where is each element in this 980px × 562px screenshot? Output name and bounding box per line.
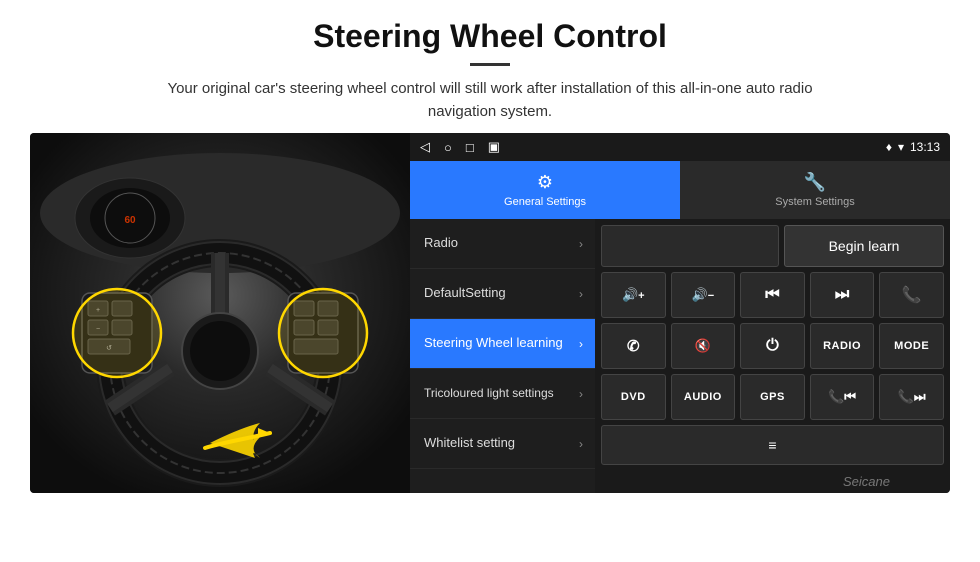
menu-item-default-setting[interactable]: DefaultSetting ›: [410, 269, 595, 319]
skip-next-icon: 📞⏭: [898, 389, 926, 405]
back-icon: ◁: [420, 139, 430, 155]
power-icon: ⏻: [766, 337, 779, 355]
begin-learn-button[interactable]: Begin learn: [784, 225, 944, 267]
phone-icon: 📞: [902, 285, 922, 305]
page-title: Steering Wheel Control: [20, 18, 960, 55]
prev-track-icon: ⏮: [765, 286, 779, 304]
volume-up-button[interactable]: 🔊+: [601, 272, 666, 318]
hangup-button[interactable]: ✆: [601, 323, 666, 369]
key-code-input[interactable]: [601, 225, 779, 267]
menu-item-default-label: DefaultSetting: [424, 285, 575, 302]
phone-prev-icon: 📞⏮: [828, 389, 856, 405]
prev-track-button[interactable]: ⏮: [740, 272, 805, 318]
mute-icon: 🔇: [695, 338, 711, 354]
recents-icon: □: [466, 140, 474, 155]
svg-text:60: 60: [124, 215, 136, 226]
mute-button[interactable]: 🔇: [671, 323, 736, 369]
top-nav: ⚙ General Settings 🔧 System Settings: [410, 161, 950, 219]
status-bar-left: ◁ ○ □ ▣: [420, 139, 500, 155]
skip-next-button[interactable]: 📞⏭: [879, 374, 944, 420]
home-icon: ○: [444, 140, 452, 155]
phone-button[interactable]: 📞: [879, 272, 944, 318]
chevron-icon: ›: [579, 287, 583, 301]
gps-label: GPS: [760, 391, 785, 403]
menu-item-tricoloured[interactable]: Tricoloured light settings ›: [410, 369, 595, 419]
control-row-1: 🔊+ 🔊− ⏮ ⏭ 📞: [601, 272, 944, 318]
system-globe-icon: 🔧: [804, 172, 826, 193]
android-body: Radio › DefaultSetting › Steering Wheel …: [410, 219, 950, 493]
audio-label: AUDIO: [684, 391, 722, 403]
volume-up-icon: 🔊+: [622, 287, 645, 303]
chevron-icon: ›: [579, 387, 583, 401]
main-content: 60 + −: [0, 133, 980, 493]
gps-button[interactable]: GPS: [740, 374, 805, 420]
time-display: 13:13: [910, 140, 940, 154]
bottom-partial-row: ≡: [601, 425, 944, 465]
power-button[interactable]: ⏻: [740, 323, 805, 369]
radio-label: RADIO: [823, 340, 861, 352]
location-icon: ♦: [886, 140, 892, 154]
control-row-3: DVD AUDIO GPS 📞⏮ 📞⏭: [601, 374, 944, 420]
mode-label: MODE: [894, 340, 929, 352]
page-subtitle: Your original car's steering wheel contr…: [140, 78, 840, 123]
status-bar: ◁ ○ □ ▣ ♦ ▾ 13:13: [410, 133, 950, 161]
tab-general-settings[interactable]: ⚙ General Settings: [410, 161, 680, 219]
menu-item-whitelist-label: Whitelist setting: [424, 435, 575, 452]
control-row-2: ✆ 🔇 ⏻ RADIO MODE: [601, 323, 944, 369]
screenshot-icon: ▣: [488, 139, 500, 155]
dvd-label: DVD: [621, 391, 646, 403]
tab-system-settings[interactable]: 🔧 System Settings: [680, 161, 950, 219]
chevron-icon: ›: [579, 337, 583, 351]
volume-down-button[interactable]: 🔊−: [671, 272, 736, 318]
audio-button[interactable]: AUDIO: [671, 374, 736, 420]
signal-icon: ▾: [898, 140, 904, 154]
menu-item-radio[interactable]: Radio ›: [410, 219, 595, 269]
volume-down-icon: 🔊−: [692, 287, 715, 303]
list-icon: ≡: [768, 437, 776, 453]
page-header: Steering Wheel Control Your original car…: [0, 0, 980, 133]
mode-button[interactable]: MODE: [879, 323, 944, 369]
list-button[interactable]: ≡: [601, 425, 944, 465]
menu-item-steering-label: Steering Wheel learning: [424, 335, 575, 352]
chevron-icon: ›: [579, 237, 583, 251]
car-image-container: 60 + −: [30, 133, 410, 493]
menu-item-steering-wheel[interactable]: Steering Wheel learning ›: [410, 319, 595, 369]
chevron-icon: ›: [579, 437, 583, 451]
status-bar-right: ♦ ▾ 13:13: [886, 140, 940, 154]
dvd-button[interactable]: DVD: [601, 374, 666, 420]
menu-item-radio-label: Radio: [424, 235, 575, 252]
phone-prev-button[interactable]: 📞⏮: [810, 374, 875, 420]
watermark: Seicane: [843, 474, 890, 489]
settings-gear-icon: ⚙: [537, 172, 553, 193]
title-divider: [470, 63, 510, 66]
radio-button[interactable]: RADIO: [810, 323, 875, 369]
begin-learn-label: Begin learn: [829, 238, 900, 254]
next-track-button[interactable]: ⏭: [810, 272, 875, 318]
tab-general-label: General Settings: [504, 196, 586, 208]
hangup-icon: ✆: [627, 337, 640, 355]
next-track-icon: ⏭: [835, 286, 849, 304]
begin-learn-row: Begin learn: [601, 225, 944, 267]
controls-panel: Begin learn 🔊+ 🔊− ⏮ ⏭: [595, 219, 950, 493]
menu-item-whitelist[interactable]: Whitelist setting ›: [410, 419, 595, 469]
android-panel: ◁ ○ □ ▣ ♦ ▾ 13:13 ⚙ General Settings 🔧 S…: [410, 133, 950, 493]
tab-system-label: System Settings: [775, 196, 854, 208]
menu-item-tricoloured-label: Tricoloured light settings: [424, 386, 575, 402]
sidebar-menu: Radio › DefaultSetting › Steering Wheel …: [410, 219, 595, 493]
